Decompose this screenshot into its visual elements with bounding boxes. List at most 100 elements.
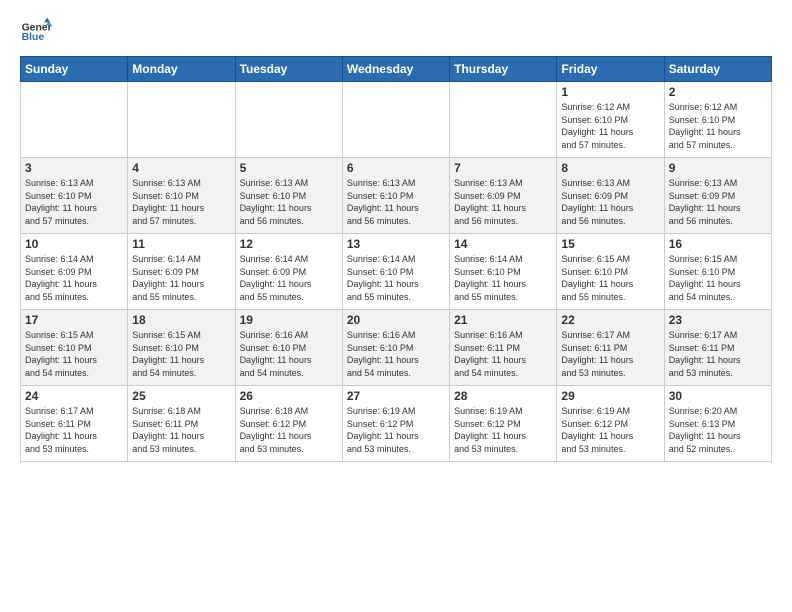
day-info: Sunrise: 6:18 AM Sunset: 6:11 PM Dayligh… xyxy=(132,405,230,455)
day-number: 26 xyxy=(240,389,338,403)
day-cell: 9 Sunrise: 6:13 AM Sunset: 6:09 PM Daylig… xyxy=(664,158,771,234)
day-number: 17 xyxy=(25,313,123,327)
day-info: Sunrise: 6:14 AM Sunset: 6:09 PM Dayligh… xyxy=(25,253,123,303)
day-cell xyxy=(21,82,128,158)
day-number: 9 xyxy=(669,161,767,175)
day-number: 6 xyxy=(347,161,445,175)
weekday-header-row: SundayMondayTuesdayWednesdayThursdayFrid… xyxy=(21,57,772,82)
day-info: Sunrise: 6:13 AM Sunset: 6:10 PM Dayligh… xyxy=(132,177,230,227)
day-cell: 20 Sunrise: 6:16 AM Sunset: 6:10 PM Dayli… xyxy=(342,310,449,386)
day-number: 14 xyxy=(454,237,552,251)
day-cell: 28 Sunrise: 6:19 AM Sunset: 6:12 PM Dayli… xyxy=(450,386,557,462)
day-info: Sunrise: 6:19 AM Sunset: 6:12 PM Dayligh… xyxy=(347,405,445,455)
page-container: General Blue SundayMondayTuesdayWednesda… xyxy=(0,0,792,472)
header: General Blue xyxy=(20,16,772,48)
day-cell: 7Sunrise: 6:13 AM Sunset: 6:09 PM Daylig… xyxy=(450,158,557,234)
weekday-wednesday: Wednesday xyxy=(342,57,449,82)
day-info: Sunrise: 6:19 AM Sunset: 6:12 PM Dayligh… xyxy=(561,405,659,455)
day-number: 23 xyxy=(669,313,767,327)
day-cell: 25 Sunrise: 6:18 AM Sunset: 6:11 PM Dayli… xyxy=(128,386,235,462)
day-cell: 30Sunrise: 6:20 AM Sunset: 6:13 PM Dayli… xyxy=(664,386,771,462)
day-cell: 16 Sunrise: 6:15 AM Sunset: 6:10 PM Dayli… xyxy=(664,234,771,310)
day-number: 3 xyxy=(25,161,123,175)
day-number: 29 xyxy=(561,389,659,403)
weekday-thursday: Thursday xyxy=(450,57,557,82)
weekday-monday: Monday xyxy=(128,57,235,82)
week-row-3: 10 Sunrise: 6:14 AM Sunset: 6:09 PM Dayli… xyxy=(21,234,772,310)
weekday-saturday: Saturday xyxy=(664,57,771,82)
day-cell: 1Sunrise: 6:12 AM Sunset: 6:10 PM Daylig… xyxy=(557,82,664,158)
day-cell xyxy=(235,82,342,158)
day-info: Sunrise: 6:16 AM Sunset: 6:10 PM Dayligh… xyxy=(240,329,338,379)
day-number: 30 xyxy=(669,389,767,403)
day-info: Sunrise: 6:15 AM Sunset: 6:10 PM Dayligh… xyxy=(132,329,230,379)
logo: General Blue xyxy=(20,16,52,48)
logo-icon: General Blue xyxy=(20,16,52,48)
day-info: Sunrise: 6:19 AM Sunset: 6:12 PM Dayligh… xyxy=(454,405,552,455)
day-cell: 10 Sunrise: 6:14 AM Sunset: 6:09 PM Dayli… xyxy=(21,234,128,310)
day-cell: 13 Sunrise: 6:14 AM Sunset: 6:10 PM Dayli… xyxy=(342,234,449,310)
day-info: Sunrise: 6:17 AM Sunset: 6:11 PM Dayligh… xyxy=(25,405,123,455)
day-cell xyxy=(342,82,449,158)
day-info: Sunrise: 6:14 AM Sunset: 6:10 PM Dayligh… xyxy=(347,253,445,303)
day-cell: 14 Sunrise: 6:14 AM Sunset: 6:10 PM Dayli… xyxy=(450,234,557,310)
day-cell: 15Sunrise: 6:15 AM Sunset: 6:10 PM Dayli… xyxy=(557,234,664,310)
day-cell: 18 Sunrise: 6:15 AM Sunset: 6:10 PM Dayli… xyxy=(128,310,235,386)
day-info: Sunrise: 6:14 AM Sunset: 6:09 PM Dayligh… xyxy=(132,253,230,303)
day-info: Sunrise: 6:13 AM Sunset: 6:10 PM Dayligh… xyxy=(347,177,445,227)
day-number: 5 xyxy=(240,161,338,175)
day-info: Sunrise: 6:13 AM Sunset: 6:10 PM Dayligh… xyxy=(25,177,123,227)
day-number: 2 xyxy=(669,85,767,99)
day-number: 10 xyxy=(25,237,123,251)
day-number: 24 xyxy=(25,389,123,403)
calendar-table: SundayMondayTuesdayWednesdayThursdayFrid… xyxy=(20,56,772,462)
day-number: 16 xyxy=(669,237,767,251)
week-row-2: 3 Sunrise: 6:13 AM Sunset: 6:10 PM Daylig… xyxy=(21,158,772,234)
day-cell: 4Sunrise: 6:13 AM Sunset: 6:10 PM Daylig… xyxy=(128,158,235,234)
day-cell: 3 Sunrise: 6:13 AM Sunset: 6:10 PM Daylig… xyxy=(21,158,128,234)
day-cell: 26 Sunrise: 6:18 AM Sunset: 6:12 PM Dayli… xyxy=(235,386,342,462)
day-info: Sunrise: 6:14 AM Sunset: 6:09 PM Dayligh… xyxy=(240,253,338,303)
day-cell: 27 Sunrise: 6:19 AM Sunset: 6:12 PM Dayli… xyxy=(342,386,449,462)
day-number: 19 xyxy=(240,313,338,327)
day-number: 18 xyxy=(132,313,230,327)
day-info: Sunrise: 6:15 AM Sunset: 6:10 PM Dayligh… xyxy=(669,253,767,303)
day-cell xyxy=(450,82,557,158)
day-info: Sunrise: 6:13 AM Sunset: 6:09 PM Dayligh… xyxy=(561,177,659,227)
day-number: 20 xyxy=(347,313,445,327)
day-number: 27 xyxy=(347,389,445,403)
week-row-1: 1 Sunrise: 6:12 AM Sunset: 6:10 PM Daylig… xyxy=(21,82,772,158)
day-info: Sunrise: 6:13 AM Sunset: 6:09 PM Dayligh… xyxy=(669,177,767,227)
day-cell: 2 Sunrise: 6:12 AM Sunset: 6:10 PM Daylig… xyxy=(664,82,771,158)
day-number: 13 xyxy=(347,237,445,251)
day-info: Sunrise: 6:16 AM Sunset: 6:10 PM Dayligh… xyxy=(347,329,445,379)
day-cell: 21 Sunrise: 6:16 AM Sunset: 6:11 PM Dayli… xyxy=(450,310,557,386)
day-cell xyxy=(128,82,235,158)
day-number: 22 xyxy=(561,313,659,327)
day-number: 11 xyxy=(132,237,230,251)
day-cell: 11 Sunrise: 6:14 AM Sunset: 6:09 PM Dayli… xyxy=(128,234,235,310)
day-info: Sunrise: 6:15 AM Sunset: 6:10 PM Dayligh… xyxy=(25,329,123,379)
day-cell: 5 Sunrise: 6:13 AM Sunset: 6:10 PM Daylig… xyxy=(235,158,342,234)
weekday-tuesday: Tuesday xyxy=(235,57,342,82)
day-info: Sunrise: 6:14 AM Sunset: 6:10 PM Dayligh… xyxy=(454,253,552,303)
day-number: 21 xyxy=(454,313,552,327)
day-cell: 6 Sunrise: 6:13 AM Sunset: 6:10 PM Daylig… xyxy=(342,158,449,234)
day-info: Sunrise: 6:18 AM Sunset: 6:12 PM Dayligh… xyxy=(240,405,338,455)
day-cell: 12Sunrise: 6:14 AM Sunset: 6:09 PM Dayli… xyxy=(235,234,342,310)
day-info: Sunrise: 6:13 AM Sunset: 6:09 PM Dayligh… xyxy=(454,177,552,227)
svg-text:Blue: Blue xyxy=(22,32,45,43)
day-number: 1 xyxy=(561,85,659,99)
day-cell: 22 Sunrise: 6:17 AM Sunset: 6:11 PM Dayli… xyxy=(557,310,664,386)
day-cell: 17 Sunrise: 6:15 AM Sunset: 6:10 PM Dayli… xyxy=(21,310,128,386)
day-number: 15 xyxy=(561,237,659,251)
day-number: 25 xyxy=(132,389,230,403)
day-cell: 8Sunrise: 6:13 AM Sunset: 6:09 PM Daylig… xyxy=(557,158,664,234)
day-number: 28 xyxy=(454,389,552,403)
day-cell: 29 Sunrise: 6:19 AM Sunset: 6:12 PM Dayli… xyxy=(557,386,664,462)
day-info: Sunrise: 6:13 AM Sunset: 6:10 PM Dayligh… xyxy=(240,177,338,227)
day-info: Sunrise: 6:17 AM Sunset: 6:11 PM Dayligh… xyxy=(561,329,659,379)
week-row-5: 24 Sunrise: 6:17 AM Sunset: 6:11 PM Dayli… xyxy=(21,386,772,462)
day-info: Sunrise: 6:12 AM Sunset: 6:10 PM Dayligh… xyxy=(669,101,767,151)
day-info: Sunrise: 6:16 AM Sunset: 6:11 PM Dayligh… xyxy=(454,329,552,379)
